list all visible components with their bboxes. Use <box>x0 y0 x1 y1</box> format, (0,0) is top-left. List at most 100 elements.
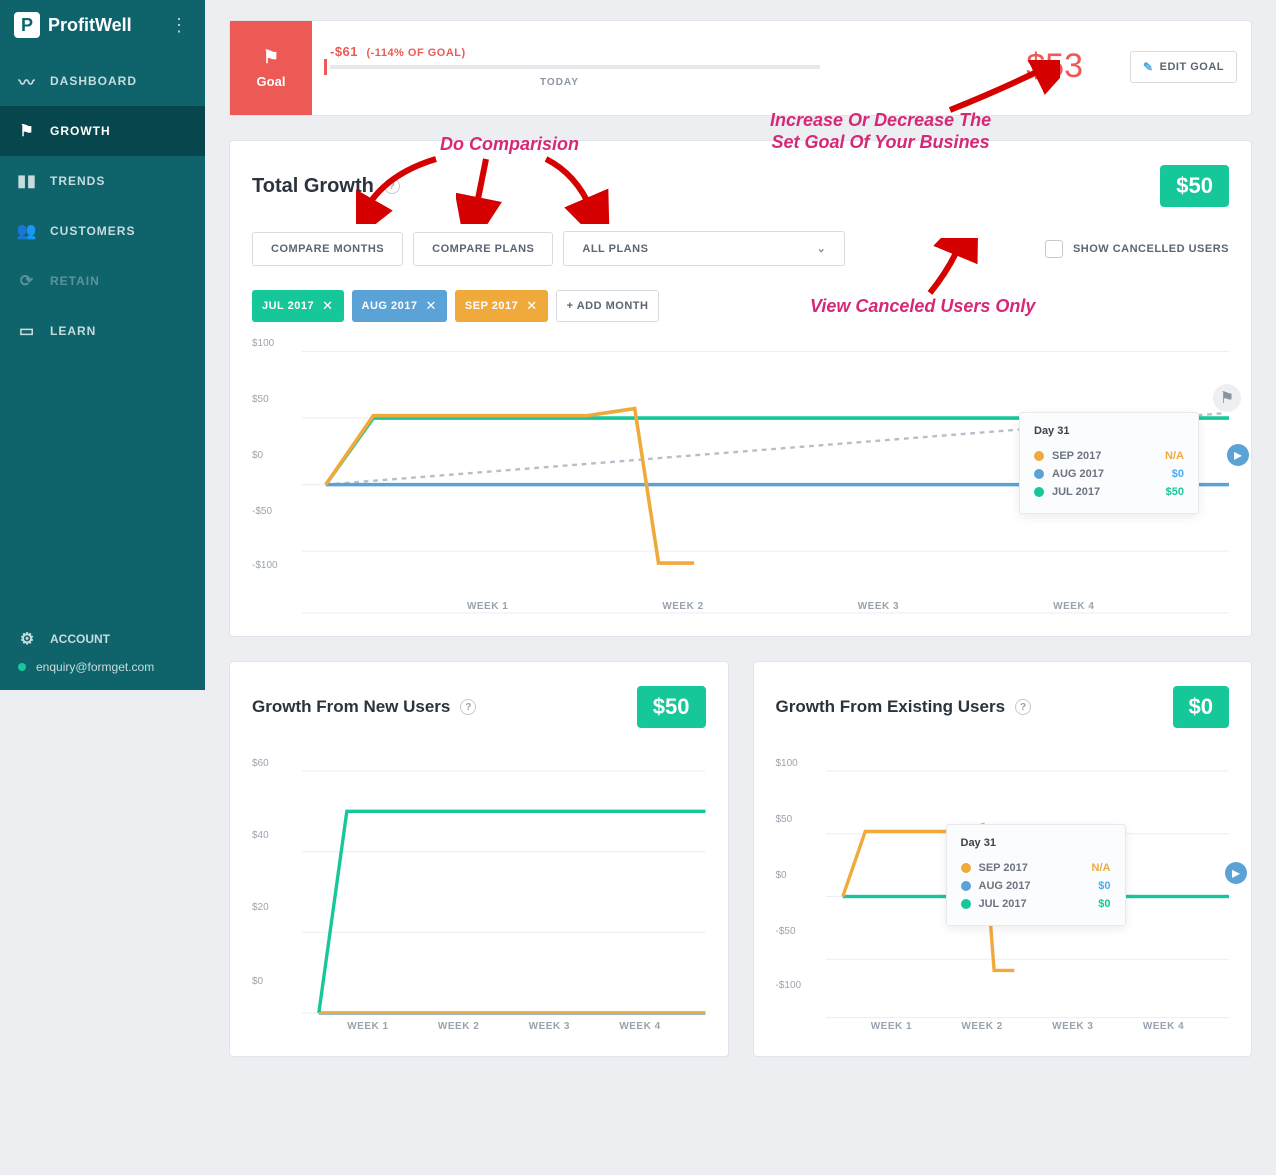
total-growth-chart[interactable]: $100 $50 $0 -$50 -$100 ⚑ <box>252 332 1229 612</box>
help-icon[interactable]: ? <box>384 178 400 194</box>
close-icon[interactable]: ✕ <box>526 298 537 314</box>
flag-icon: ⚑ <box>18 122 36 140</box>
sidebar-item-label: DASHBOARD <box>50 74 137 88</box>
kebab-icon[interactable]: ⋮ <box>167 13 191 37</box>
show-cancelled-label: SHOW CANCELLED USERS <box>1073 243 1229 255</box>
chart-svg <box>302 762 706 1031</box>
x-tick: WEEK 1 <box>871 1021 912 1032</box>
account-email-row[interactable]: enquiry@formget.com <box>0 658 205 676</box>
x-tick: WEEK 2 <box>438 1021 479 1032</box>
month-chip-jul[interactable]: JUL 2017 ✕ <box>252 290 344 322</box>
arrow-marker-icon[interactable]: ▸ <box>1225 862 1247 884</box>
month-chip-sep[interactable]: SEP 2017 ✕ <box>455 290 548 322</box>
sidebar-item-dashboard[interactable]: 〰 DASHBOARD <box>0 56 205 106</box>
close-icon[interactable]: ✕ <box>322 298 333 314</box>
y-tick: $20 <box>252 902 269 913</box>
x-tick: WEEK 2 <box>961 1021 1002 1032</box>
x-tick: WEEK 2 <box>662 601 703 612</box>
y-tick: $50 <box>252 394 269 405</box>
chip-label: JUL 2017 <box>262 300 314 312</box>
legend-dot-icon <box>1034 451 1044 461</box>
x-tick: WEEK 4 <box>1053 601 1094 612</box>
y-tick: -$100 <box>776 980 802 991</box>
sidebar-item-label: RETAIN <box>50 274 100 288</box>
y-tick: $100 <box>776 758 798 769</box>
arrow-marker-icon[interactable]: ▸ <box>1227 444 1249 466</box>
all-plans-select[interactable]: ALL PLANS ⌄ <box>563 231 845 266</box>
total-growth-card: Total Growth ? $50 COMPARE MONTHS COMPAR… <box>229 140 1252 637</box>
tooltip-value: N/A <box>1092 862 1111 874</box>
sidebar-item-trends[interactable]: ▮▮ TRENDS <box>0 156 205 206</box>
goal-percent: (-114% OF GOAL) <box>366 47 465 59</box>
refresh-icon: ⟳ <box>18 272 36 290</box>
goal-today-label: TODAY <box>540 77 1233 88</box>
goal-tab[interactable]: ⚑ Goal <box>230 21 312 115</box>
y-tick: -$100 <box>252 560 278 571</box>
legend-dot-icon <box>961 881 971 891</box>
tooltip-value: $0 <box>1172 468 1184 480</box>
sidebar-item-label: CUSTOMERS <box>50 224 135 238</box>
tooltip-name: JUL 2017 <box>979 898 1091 910</box>
y-tick: $50 <box>776 814 793 825</box>
growth-existing-value: $0 <box>1173 686 1229 728</box>
book-icon: ▭ <box>18 322 36 340</box>
goal-bar: ⚑ Goal -$61 (-114% OF GOAL) TODAY $53 ✎ … <box>229 20 1252 116</box>
tooltip-name: SEP 2017 <box>979 862 1084 874</box>
y-tick: $0 <box>252 450 263 461</box>
sidebar-item-label: GROWTH <box>50 124 111 138</box>
goal-progress-track <box>330 65 820 69</box>
growth-existing-title: Growth From Existing Users <box>776 697 1006 717</box>
sidebar-item-retain[interactable]: ⟳ RETAIN <box>0 256 205 306</box>
goal-delta: -$61 <box>330 44 358 59</box>
compare-months-button[interactable]: COMPARE MONTHS <box>252 232 403 266</box>
pencil-icon: ✎ <box>1143 60 1154 74</box>
flag-icon: ⚑ <box>263 47 279 68</box>
tooltip-name: JUL 2017 <box>1052 486 1158 498</box>
growth-existing-chart[interactable]: $100 $50 $0 -$50 -$100 ▸ Day 31 <box>776 752 1230 1032</box>
legend-dot-icon <box>961 863 971 873</box>
sidebar-item-account[interactable]: ⚙ ACCOUNT <box>0 620 205 658</box>
sidebar-item-learn[interactable]: ▭ LEARN <box>0 306 205 356</box>
help-icon[interactable]: ? <box>460 699 476 715</box>
x-tick: WEEK 3 <box>1052 1021 1093 1032</box>
growth-new-value: $50 <box>637 686 706 728</box>
x-tick: WEEK 1 <box>347 1021 388 1032</box>
sidebar-item-customers[interactable]: 👥 CUSTOMERS <box>0 206 205 256</box>
sidebar-item-growth[interactable]: ⚑ GROWTH <box>0 106 205 156</box>
edit-goal-button[interactable]: ✎ EDIT GOAL <box>1130 51 1237 83</box>
growth-new-chart[interactable]: $60 $40 $20 $0 WEEK 1 WEEK 2 WEEK 3 WEEK… <box>252 752 706 1032</box>
tooltip-name: SEP 2017 <box>1052 450 1157 462</box>
nav: 〰 DASHBOARD ⚑ GROWTH ▮▮ TRENDS 👥 CUSTOME… <box>0 56 205 356</box>
gear-icon: ⚙ <box>18 630 36 648</box>
app-name: ProfitWell <box>48 15 132 36</box>
show-cancelled-checkbox[interactable] <box>1045 240 1063 258</box>
tooltip-title: Day 31 <box>961 837 1111 849</box>
y-tick: $0 <box>776 870 787 881</box>
tooltip-name: AUG 2017 <box>979 880 1091 892</box>
flag-marker-icon[interactable]: ⚑ <box>1213 384 1241 412</box>
people-icon: 👥 <box>18 222 36 240</box>
y-tick: $40 <box>252 830 269 841</box>
total-growth-value: $50 <box>1160 165 1229 207</box>
x-tick: WEEK 3 <box>529 1021 570 1032</box>
tooltip-value: $0 <box>1098 898 1110 910</box>
growth-new-title: Growth From New Users <box>252 697 450 717</box>
chip-label: AUG 2017 <box>362 300 418 312</box>
sidebar-item-label: TRENDS <box>50 174 105 188</box>
chart-tooltip: Day 31 SEP 2017 N/A AUG 2017 $0 JUL 2017… <box>1019 412 1199 514</box>
sidebar-item-label: LEARN <box>50 324 96 338</box>
tooltip-value: N/A <box>1165 450 1184 462</box>
compare-plans-button[interactable]: COMPARE PLANS <box>413 232 553 266</box>
total-growth-title: Total Growth <box>252 175 374 198</box>
y-tick: $0 <box>252 976 263 987</box>
chevron-down-icon: ⌄ <box>817 242 827 255</box>
growth-new-users-card: Growth From New Users ? $50 $60 $40 $20 … <box>229 661 729 1057</box>
add-month-button[interactable]: + ADD MONTH <box>556 290 660 322</box>
month-chip-aug[interactable]: AUG 2017 ✕ <box>352 290 447 322</box>
help-icon[interactable]: ? <box>1015 699 1031 715</box>
y-tick: -$50 <box>776 926 796 937</box>
goal-amount: $53 <box>1026 47 1083 86</box>
app-logo[interactable]: P ProfitWell <box>14 12 132 38</box>
pulse-icon: 〰 <box>18 72 36 90</box>
close-icon[interactable]: ✕ <box>426 298 437 314</box>
